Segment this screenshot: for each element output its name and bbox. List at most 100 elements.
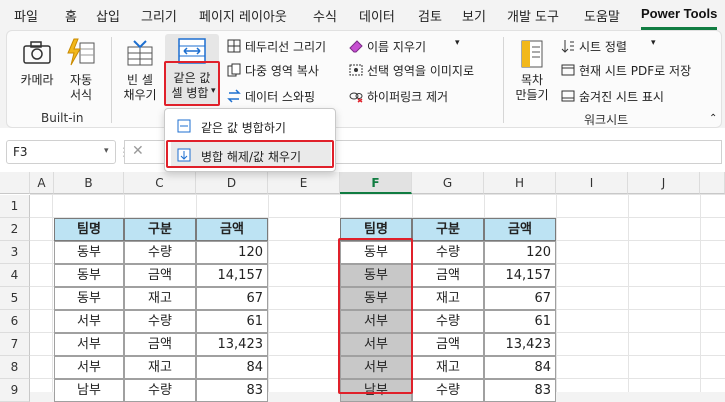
left-table-cell[interactable]: 서부 bbox=[54, 333, 124, 356]
right-table-cell[interactable]: 금액 bbox=[412, 333, 484, 356]
menu-data[interactable]: 데이터 bbox=[359, 6, 395, 25]
left-table-cell[interactable]: 14,157 bbox=[196, 264, 268, 287]
column-header-c[interactable]: C bbox=[124, 172, 196, 194]
left-table-cell[interactable]: 남부 bbox=[54, 379, 124, 402]
right-table-cell[interactable]: 14,157 bbox=[484, 264, 556, 287]
left-table-header-type[interactable]: 구분 bbox=[124, 218, 196, 241]
right-table-cell-active[interactable]: 동부 bbox=[340, 241, 412, 264]
left-table-cell[interactable]: 동부 bbox=[54, 264, 124, 287]
namebox-dropdown-icon[interactable]: ▾ bbox=[104, 146, 109, 156]
column-header-f[interactable]: F bbox=[340, 172, 412, 194]
left-table-cell[interactable]: 120 bbox=[196, 241, 268, 264]
merge-same-button[interactable]: 같은 값 셀 병합 ▾ bbox=[165, 34, 219, 104]
right-table-cell[interactable]: 67 bbox=[484, 287, 556, 310]
sheet-sort-button[interactable]: 시트 정렬 ▾ bbox=[559, 37, 669, 55]
menu-home[interactable]: 홈 bbox=[65, 6, 77, 25]
show-hidden-button[interactable]: 숨겨진 시트 표시 bbox=[559, 87, 689, 105]
left-table-cell[interactable]: 재고 bbox=[124, 356, 196, 379]
right-table-cell[interactable]: 수량 bbox=[412, 241, 484, 264]
menu-help[interactable]: 도움말 bbox=[584, 6, 620, 25]
right-table-cell[interactable]: 84 bbox=[484, 356, 556, 379]
column-header-d[interactable]: D bbox=[196, 172, 268, 194]
row-header-7[interactable]: 7 bbox=[0, 333, 30, 356]
right-table-cell-selected[interactable]: 서부 bbox=[340, 333, 412, 356]
row-header-8[interactable]: 8 bbox=[0, 356, 30, 379]
row-header-6[interactable]: 6 bbox=[0, 310, 30, 333]
multi-copy-button[interactable]: 다중 영역 복사 bbox=[225, 61, 343, 79]
auto-format-button[interactable]: 자동 서식 bbox=[61, 35, 101, 103]
left-table-cell[interactable]: 서부 bbox=[54, 310, 124, 333]
right-table-cell[interactable]: 재고 bbox=[412, 287, 484, 310]
left-table-cell[interactable]: 수량 bbox=[124, 241, 196, 264]
right-table-cell[interactable]: 수량 bbox=[412, 379, 484, 402]
fill-blank-button[interactable]: 빈 셀 채우기 bbox=[117, 35, 163, 103]
right-table-cell-selected[interactable]: 서부 bbox=[340, 310, 412, 333]
left-table-cell[interactable]: 수량 bbox=[124, 310, 196, 333]
select-all-corner[interactable] bbox=[0, 172, 30, 194]
left-table-cell[interactable]: 84 bbox=[196, 356, 268, 379]
column-header-h[interactable]: H bbox=[484, 172, 556, 194]
row-header-5[interactable]: 5 bbox=[0, 287, 30, 310]
right-table-cell-selected[interactable]: 동부 bbox=[340, 287, 412, 310]
left-table-cell[interactable]: 동부 bbox=[54, 287, 124, 310]
left-table-cell[interactable]: 수량 bbox=[124, 379, 196, 402]
row-header-4[interactable]: 4 bbox=[0, 264, 30, 287]
left-table-cell[interactable]: 금액 bbox=[124, 264, 196, 287]
right-table-header-team[interactable]: 팀명 bbox=[340, 218, 412, 241]
toc-button[interactable]: 목차 만들기 bbox=[509, 35, 555, 103]
right-table-cell[interactable]: 금액 bbox=[412, 264, 484, 287]
menu-view[interactable]: 보기 bbox=[462, 6, 486, 25]
menu-draw[interactable]: 그리기 bbox=[141, 6, 177, 25]
left-table-cell[interactable]: 재고 bbox=[124, 287, 196, 310]
sheet-pdf-button[interactable]: 현재 시트 PDF로 저장 bbox=[559, 61, 719, 79]
left-table-cell[interactable]: 67 bbox=[196, 287, 268, 310]
camera-button[interactable]: 카메라 bbox=[15, 35, 59, 103]
menu-file[interactable]: 파일 bbox=[14, 6, 38, 25]
column-header-a[interactable]: A bbox=[30, 172, 54, 194]
right-table-cell-selected[interactable]: 서부 bbox=[340, 356, 412, 379]
right-table-cell-selected[interactable]: 남부 bbox=[340, 379, 412, 402]
column-header-j[interactable]: J bbox=[628, 172, 700, 194]
menu-insert[interactable]: 삽입 bbox=[96, 6, 120, 25]
name-box[interactable]: F3 bbox=[6, 140, 116, 164]
menu-page-layout[interactable]: 페이지 레이아웃 bbox=[199, 6, 287, 25]
column-header-i[interactable]: I bbox=[556, 172, 628, 194]
menu-formulas[interactable]: 수식 bbox=[313, 6, 337, 25]
row-header-9[interactable]: 9 bbox=[0, 379, 30, 402]
right-table-cell[interactable]: 83 bbox=[484, 379, 556, 402]
merge-same-menu-item[interactable]: 같은 값 병합하기 bbox=[171, 113, 331, 139]
left-table-cell[interactable]: 83 bbox=[196, 379, 268, 402]
right-table-header-amount[interactable]: 금액 bbox=[484, 218, 556, 241]
remove-name-button[interactable]: 이름 지우기 ▾ bbox=[347, 37, 471, 55]
remove-hyperlink-button[interactable]: 하이퍼링크 제거 bbox=[347, 87, 487, 105]
left-table-cell[interactable]: 61 bbox=[196, 310, 268, 333]
collapse-ribbon-chevron-icon[interactable]: ⌃ bbox=[709, 113, 717, 124]
menu-review[interactable]: 검토 bbox=[418, 6, 442, 25]
right-table-cell[interactable]: 13,423 bbox=[484, 333, 556, 356]
left-table-cell[interactable]: 13,423 bbox=[196, 333, 268, 356]
border-draw-button[interactable]: 테두리선 그리기 bbox=[225, 37, 343, 55]
left-table-cell[interactable]: 금액 bbox=[124, 333, 196, 356]
right-table-cell[interactable]: 61 bbox=[484, 310, 556, 333]
cancel-icon[interactable]: ✕ bbox=[132, 143, 144, 159]
menu-developer[interactable]: 개발 도구 bbox=[507, 6, 559, 25]
row-header-3[interactable]: 3 bbox=[0, 241, 30, 264]
left-table-header-team[interactable]: 팀명 bbox=[54, 218, 124, 241]
right-table-cell[interactable]: 120 bbox=[484, 241, 556, 264]
selection-image-button[interactable]: 선택 영역을 이미지로 bbox=[347, 61, 493, 79]
data-swap-button[interactable]: 데이터 스와핑 bbox=[225, 87, 343, 105]
row-header-2[interactable]: 2 bbox=[0, 218, 30, 241]
right-table-cell[interactable]: 재고 bbox=[412, 356, 484, 379]
column-header-k[interactable] bbox=[700, 172, 725, 194]
right-table-cell[interactable]: 수량 bbox=[412, 310, 484, 333]
column-header-g[interactable]: G bbox=[412, 172, 484, 194]
right-table-cell-selected[interactable]: 동부 bbox=[340, 264, 412, 287]
row-header-1[interactable]: 1 bbox=[0, 195, 30, 218]
left-table-cell[interactable]: 서부 bbox=[54, 356, 124, 379]
menu-power-tools[interactable]: Power Tools bbox=[641, 6, 717, 21]
left-table-cell[interactable]: 동부 bbox=[54, 241, 124, 264]
right-table-header-type[interactable]: 구분 bbox=[412, 218, 484, 241]
left-table-header-amount[interactable]: 금액 bbox=[196, 218, 268, 241]
column-header-b[interactable]: B bbox=[54, 172, 124, 194]
unmerge-fill-menu-item[interactable]: 병합 해제/값 채우기 bbox=[171, 142, 331, 168]
